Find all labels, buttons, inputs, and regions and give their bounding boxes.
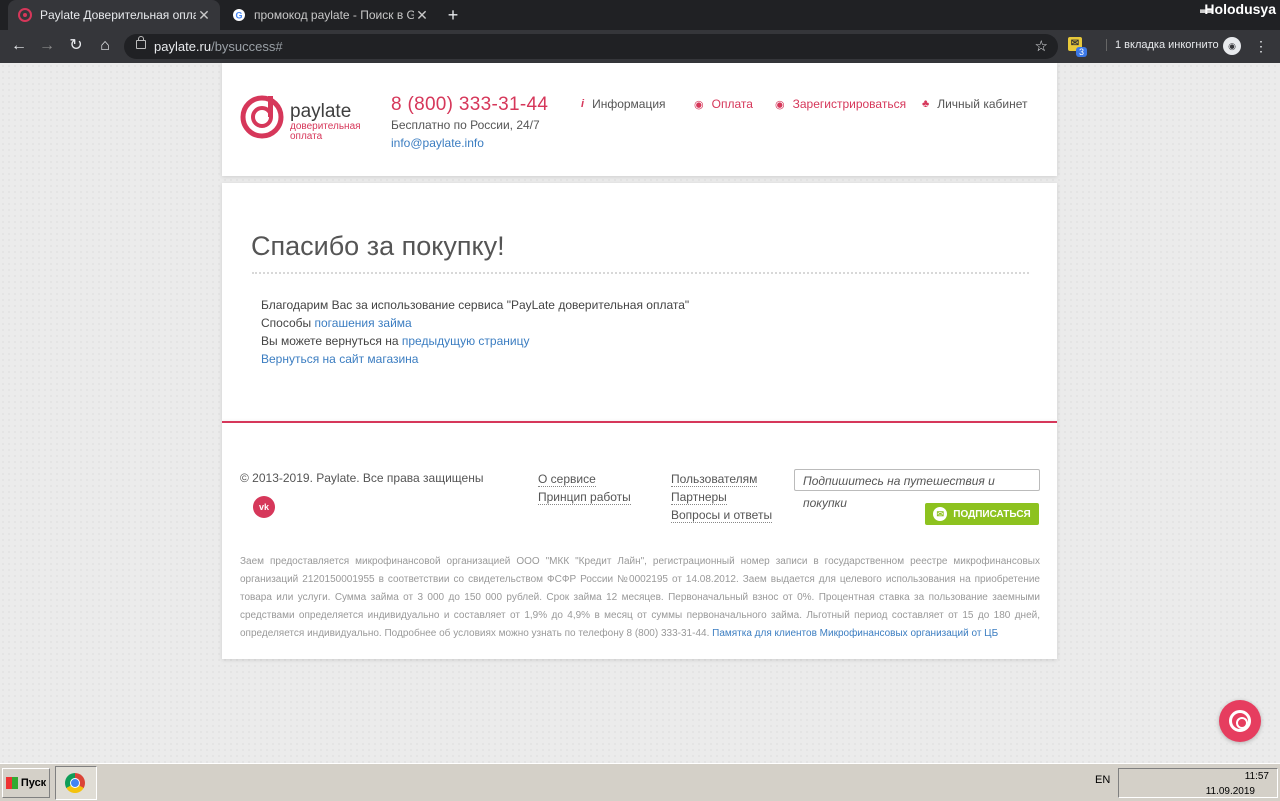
repayment-line: Способы погашения займа <box>261 316 412 330</box>
phone-number[interactable]: 8 (800) 333-31-44 <box>391 94 548 116</box>
tab-google-search[interactable]: G промокод paylate - Поиск в Google ✕ <box>222 0 438 30</box>
system-tray: 11:57 11.09.2019 <box>1118 768 1278 798</box>
info-icon: i <box>581 98 585 110</box>
menu-kebab-icon[interactable]: ⋮ <box>1254 38 1268 55</box>
subscribe-button-label: ПОДПИСАТЬСЯ <box>953 508 1031 520</box>
success-message: Благодарим Вас за использование сервиса … <box>261 296 689 368</box>
extension-badge: 3 <box>1076 47 1088 57</box>
page-viewport: paylate доверительная оплата 8 (800) 333… <box>0 63 1280 763</box>
return-to-shop-link[interactable]: Вернуться на сайт магазина <box>261 352 418 366</box>
tab-close-icon[interactable]: ✕ <box>196 7 212 24</box>
address-bar[interactable]: paylate.ru/bysuccess# ☆ <box>124 34 1058 59</box>
nav-label: Информация <box>592 97 666 111</box>
incognito-icon[interactable]: ◉ <box>1223 37 1241 55</box>
nav-label: Зарегистрироваться <box>792 97 907 111</box>
lock-icon[interactable] <box>136 36 146 49</box>
language-indicator[interactable]: EN <box>1095 774 1110 786</box>
site-header: paylate доверительная оплата 8 (800) 333… <box>222 63 1057 176</box>
google-favicon-icon: G <box>233 9 245 21</box>
footer-links-users: Пользователям Партнеры Вопросы и ответы <box>671 470 773 524</box>
cb-memo-link[interactable]: Памятка для клиентов Микрофинансовых орг… <box>712 628 998 639</box>
clock-time[interactable]: 11:57 <box>1245 771 1269 782</box>
svg-text:G: G <box>236 11 243 21</box>
help-lifebuoy-icon[interactable] <box>1219 700 1261 742</box>
success-content: Спасибо за покупку! Благодарим Вас за ис… <box>222 183 1057 421</box>
footer-link-faq[interactable]: Вопросы и ответы <box>671 506 773 524</box>
paylate-logo-icon[interactable] <box>240 95 284 139</box>
previous-page-link[interactable]: предыдущую страницу <box>402 334 530 348</box>
email-link[interactable]: info@paylate.info <box>391 136 484 150</box>
bookmark-star-icon[interactable]: ☆ <box>1035 37 1048 55</box>
start-button[interactable]: Пуск <box>2 768 50 798</box>
logo-tagline: доверительная оплата <box>290 121 361 142</box>
back-arrow-icon[interactable]: ← <box>9 36 29 56</box>
os-taskbar: Пуск EN 11:57 11.09.2019 <box>0 763 1280 801</box>
start-label: Пуск <box>20 777 47 789</box>
subscribe-button[interactable]: ✉ ПОДПИСАТЬСЯ <box>925 503 1039 525</box>
nav-payment[interactable]: ◉ Оплата <box>694 97 753 111</box>
nav-label: Оплата <box>711 97 753 111</box>
footer-link-how-it-works[interactable]: Принцип работы <box>538 488 631 506</box>
home-icon[interactable]: ⌂ <box>95 36 115 56</box>
incognito-label[interactable]: 1 вкладка инкогнито <box>1106 39 1219 51</box>
footer-links-about: О сервисе Принцип работы <box>538 470 631 506</box>
vk-icon[interactable]: vk <box>253 496 275 518</box>
free-call-note: Бесплатно по России, 24/7 <box>391 118 540 132</box>
nav-information[interactable]: i Информация <box>581 97 666 111</box>
clock-date: 11.09.2019 <box>1205 786 1255 797</box>
new-tab-plus-icon[interactable]: + <box>444 5 462 26</box>
tab-title: Paylate Доверительная оплата <box>40 8 196 22</box>
browser-toolbar: ← → ↻ ⌂ paylate.ru/bysuccess# ☆ ✉ 3 1 вк… <box>0 30 1280 63</box>
eye-icon: ◉ <box>694 98 704 111</box>
back-line: Вы можете вернуться на предыдущую страни… <box>261 334 530 348</box>
browser-tab-bar: Paylate Доверительная оплата ✕ G промоко… <box>0 0 1280 30</box>
page-title: Спасибо за покупку! <box>251 231 505 262</box>
site-footer: © 2013-2019. Paylate. Все права защищены… <box>222 421 1057 659</box>
tab-close-icon[interactable]: ✕ <box>414 7 430 24</box>
repayment-methods-link[interactable]: погашения займа <box>314 316 411 330</box>
logo-name[interactable]: paylate <box>290 101 351 123</box>
url-text[interactable]: paylate.ru/bysuccess# <box>154 39 283 54</box>
footer-link-partners[interactable]: Партнеры <box>671 488 772 506</box>
mail-icon: ✉ <box>933 507 948 521</box>
windows-flag-icon <box>5 777 18 789</box>
thanks-text: Благодарим Вас за использование сервиса … <box>261 298 690 312</box>
tab-paylate[interactable]: Paylate Доверительная оплата ✕ <box>8 0 220 30</box>
eye-icon: ◉ <box>775 98 785 111</box>
paylate-favicon-icon <box>18 8 32 22</box>
forward-arrow-icon[interactable]: → <box>37 36 57 56</box>
taskbar-chrome-app[interactable] <box>55 766 97 800</box>
footer-link-users[interactable]: Пользователям <box>671 470 772 488</box>
dotted-divider <box>252 272 1029 274</box>
user-icon: ♣ <box>922 98 930 110</box>
nav-personal-cabinet[interactable]: ♣ Личный кабинет <box>922 97 1028 111</box>
copyright: © 2013-2019. Paylate. Все права защищены <box>240 471 484 485</box>
legal-disclaimer: Заем предоставляется микрофинансовой орг… <box>240 556 1040 639</box>
nav-register[interactable]: ◉ Зарегистрироваться <box>775 97 906 111</box>
subscribe-email-input[interactable]: Подпишитесь на путешествия и покупки <box>794 469 1040 510</box>
window-username: Holodusya <box>1204 1 1276 17</box>
tab-title: промокод paylate - Поиск в Google <box>254 8 414 22</box>
chrome-icon <box>65 773 85 793</box>
reload-icon[interactable]: ↻ <box>66 36 86 56</box>
nav-label: Личный кабинет <box>937 97 1028 111</box>
footer-link-about[interactable]: О сервисе <box>538 470 631 488</box>
